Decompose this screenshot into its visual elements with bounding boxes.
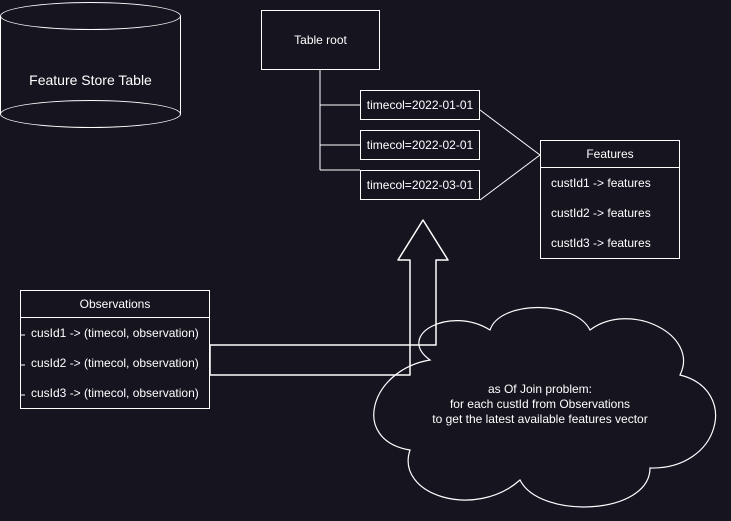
- join-arrow: [210, 220, 448, 375]
- partition-label: timecol=2022-02-01: [367, 138, 473, 152]
- partition-label: timecol=2022-01-01: [367, 98, 473, 112]
- partition-node: timecol=2022-01-01: [360, 90, 480, 120]
- partition-node: timecol=2022-02-01: [360, 130, 480, 160]
- features-table: Features custId1 -> features custId2 -> …: [540, 140, 680, 259]
- feature-store-label: Feature Store Table: [0, 72, 181, 88]
- feature-store-cylinder: Feature Store Table: [0, 2, 181, 127]
- observations-row: cusId1 -> (timecol, observation): [21, 318, 209, 348]
- features-title: Features: [541, 141, 679, 168]
- features-row: custId2 -> features: [541, 198, 679, 228]
- partition-label: timecol=2022-03-01: [367, 178, 473, 192]
- partition-node: timecol=2022-03-01: [360, 170, 480, 200]
- cloud-line: to get the latest available features vec…: [380, 412, 700, 427]
- observations-table: Observations cusId1 -> (timecol, observa…: [20, 290, 210, 409]
- cloud-line: as Of Join problem:: [380, 382, 700, 397]
- observations-row: cusId2 -> (timecol, observation): [21, 348, 209, 378]
- features-row: custId1 -> features: [541, 168, 679, 198]
- features-row: custId3 -> features: [541, 228, 679, 258]
- observations-row: cusId3 -> (timecol, observation): [21, 378, 209, 408]
- diagram-canvas: Feature Store Table Table root timecol=2…: [0, 0, 731, 521]
- table-root-label: Table root: [294, 33, 347, 47]
- observations-title: Observations: [21, 291, 209, 318]
- cloud-line: for each custId from Observations: [380, 397, 700, 412]
- problem-cloud-text: as Of Join problem: for each custId from…: [380, 382, 700, 427]
- table-root-node: Table root: [261, 10, 380, 70]
